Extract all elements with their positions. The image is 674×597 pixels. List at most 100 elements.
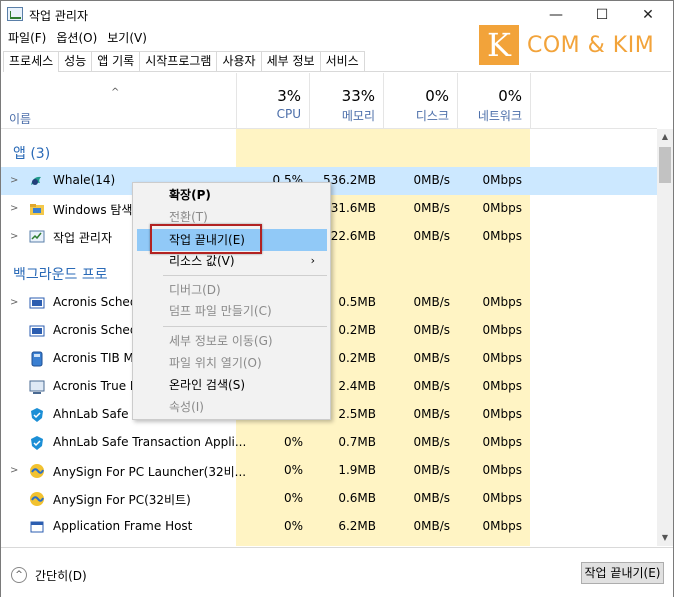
memory-label: 메모리 [341, 109, 375, 123]
cpu-value: 0% [283, 463, 303, 477]
header-name[interactable]: 이름 [9, 110, 31, 127]
tab-users[interactable]: 사용자 [216, 51, 262, 71]
anysign-icon [29, 463, 45, 479]
table-row[interactable]: AhnLab Safe Transaction Appli... 0% 0.7MB 0… [1, 429, 657, 457]
vertical-scrollbar[interactable]: ▲ ▼ [657, 129, 673, 546]
menu-item-open-file-location: 파일 위치 열기(O) [169, 356, 262, 370]
expand-chevron-icon[interactable]: > [10, 231, 18, 242]
network-value: 0Mbps [482, 295, 522, 309]
disk-value: 0MB/s [413, 463, 450, 477]
disk-percent: 0% [425, 87, 449, 105]
disk-value: 0MB/s [413, 295, 450, 309]
disk-label: 디스크 [415, 109, 449, 123]
disk-value: 0MB/s [413, 201, 450, 215]
task-manager-window: 작업 관리자 — ☐ ✕ 파일(F) 옵션(O) 보기(V) K COM & K… [0, 0, 674, 597]
cpu-percent: 3% [277, 87, 301, 105]
app-frame-icon [29, 519, 45, 535]
collapse-icon[interactable]: ^ [11, 567, 27, 583]
menu-item-expand[interactable]: 확장(P) [169, 185, 211, 205]
acronis-true-image-icon [29, 379, 45, 395]
menu-file[interactable]: 파일(F) [3, 28, 51, 48]
menu-item-resource-values[interactable]: 리소스 값(V) › [169, 251, 325, 271]
column-header: 3% CPU 33% 메모리 0% 디스크 0% 네트워크 [1, 73, 657, 129]
context-menu: 확장(P) 전환(T) 작업 끝내기(E) 리소스 값(V) › 디버그(D) … [132, 182, 331, 420]
disk-value: 0MB/s [413, 379, 450, 393]
network-label: 네트워크 [477, 109, 522, 123]
memory-percent: 33% [341, 87, 375, 105]
group-apps: 앱 (3) [13, 146, 51, 162]
end-task-red-box [150, 224, 262, 254]
tab-performance[interactable]: 성능 [58, 51, 93, 71]
tab-processes[interactable]: 프로세스 [3, 51, 60, 72]
menu-view[interactable]: 보기(V) [102, 28, 152, 48]
header-network[interactable]: 0% 네트워크 [457, 73, 531, 129]
window-title: 작업 관리자 [29, 9, 89, 23]
scroll-down-icon[interactable]: ▼ [657, 530, 673, 546]
tab-bar: 프로세스 성능 앱 기록 시작프로그램 사용자 세부 정보 서비스 [3, 51, 671, 72]
process-name: AhnLab Safe Transaction Appli... [53, 435, 247, 449]
table-row[interactable]: AnySign For PC(32비트) 0% 0.6MB 0MB/s 0Mbps [1, 485, 657, 513]
process-name: Whale(14) [53, 173, 116, 187]
menu-item-create-dump: 덤프 파일 만들기(C) [169, 304, 272, 318]
disk-value: 0MB/s [413, 229, 450, 243]
network-value: 0Mbps [482, 323, 522, 337]
tab-services[interactable]: 서비스 [319, 51, 365, 71]
cpu-value: 0% [283, 519, 303, 533]
menu-bar: 파일(F) 옵션(O) 보기(V) [3, 28, 152, 48]
header-memory[interactable]: 33% 메모리 [309, 73, 383, 129]
tab-details[interactable]: 세부 정보 [260, 51, 321, 71]
memory-value: 6.2MB [338, 519, 376, 533]
footer: ^ 간단히(D) 작업 끝내기(E) [1, 547, 673, 597]
sort-arrow-icon[interactable]: ^ [111, 87, 119, 98]
disk-value: 0MB/s [413, 519, 450, 533]
process-name: AnySign For PC(32비트) [53, 493, 191, 507]
network-value: 0Mbps [482, 519, 522, 533]
scroll-thumb[interactable] [659, 147, 671, 183]
expand-chevron-icon[interactable]: > [10, 203, 18, 214]
header-disk[interactable]: 0% 디스크 [383, 73, 457, 129]
ahnlab-shield-icon [29, 407, 45, 423]
tab-startup[interactable]: 시작프로그램 [139, 51, 218, 71]
fewer-details-link[interactable]: 간단히(D) [35, 567, 87, 584]
menu-item-search-online[interactable]: 온라인 검색(S) [169, 375, 245, 395]
cpu-value: 0% [283, 435, 303, 449]
menu-separator [163, 326, 327, 327]
menu-item-go-to-details: 세부 정보로 이동(G) [169, 334, 273, 348]
cpu-label: CPU [276, 107, 301, 121]
acronis-tib-icon [29, 351, 45, 367]
memory-value: 0.6MB [338, 491, 376, 505]
table-row[interactable]: > AnySign For PC Launcher(32비... 0% 1.9MB 0M… [1, 457, 657, 485]
submenu-arrow-icon: › [310, 254, 315, 267]
disk-value: 0MB/s [413, 491, 450, 505]
disk-value: 0MB/s [413, 435, 450, 449]
network-value: 0Mbps [482, 229, 522, 243]
ahnlab-shield-icon [29, 435, 45, 451]
process-name: AnySign For PC Launcher(32비... [53, 465, 247, 479]
disk-value: 0MB/s [413, 407, 450, 421]
network-value: 0Mbps [482, 379, 522, 393]
table-row[interactable]: Application Frame Host 0% 6.2MB 0MB/s 0Mbps [1, 513, 657, 541]
tab-app-history[interactable]: 앱 기록 [91, 51, 141, 71]
network-value: 0Mbps [482, 491, 522, 505]
expand-chevron-icon[interactable]: > [10, 297, 18, 308]
process-name: AhnLab Safe Tr [53, 407, 143, 421]
process-name: Acronis True In [53, 379, 142, 393]
process-name: Windows 탐색기 [53, 203, 144, 217]
menu-separator [163, 275, 327, 276]
scroll-up-icon[interactable]: ▲ [657, 129, 673, 145]
menu-options[interactable]: 옵션(O) [51, 28, 102, 48]
acronis-icon [29, 295, 45, 311]
menu-item-properties: 속성(I) [169, 400, 204, 414]
task-manager-icon [7, 7, 23, 21]
whale-icon [29, 173, 45, 189]
network-percent: 0% [498, 87, 522, 105]
process-name: Acronis TIB Mo [53, 351, 142, 365]
end-task-button[interactable]: 작업 끝내기(E) [581, 562, 664, 584]
header-cpu[interactable]: 3% CPU [236, 73, 309, 129]
menu-item-debug: 디버그(D) [169, 283, 221, 297]
expand-chevron-icon[interactable]: > [10, 175, 18, 186]
expand-chevron-icon[interactable]: > [10, 465, 18, 476]
network-value: 0Mbps [482, 201, 522, 215]
process-name: Application Frame Host [53, 519, 193, 533]
folder-icon [29, 201, 45, 217]
